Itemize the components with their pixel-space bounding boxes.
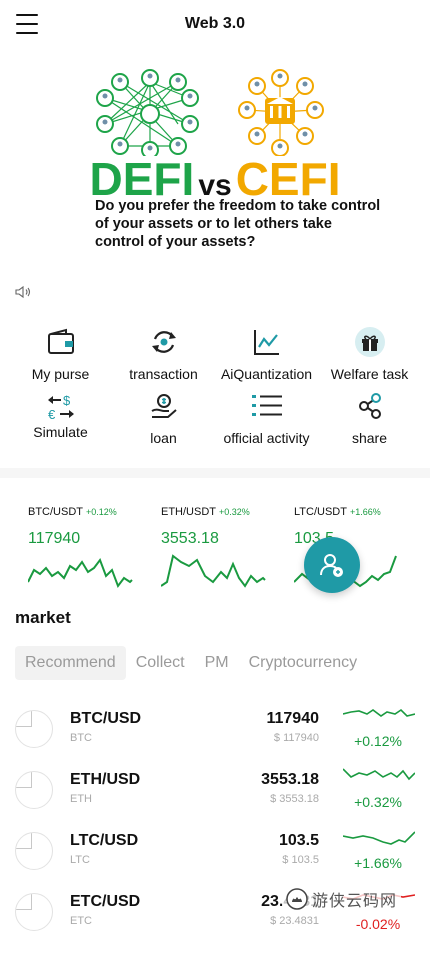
customer-service-fab[interactable] — [304, 537, 360, 593]
coin-logo — [15, 832, 53, 870]
market-change: +0.32% — [354, 794, 402, 810]
menu-ai-quantization[interactable]: AiQuantization — [213, 326, 320, 390]
tab-collect[interactable]: Collect — [126, 646, 195, 680]
tab-cryptocurrency[interactable]: Cryptocurrency — [239, 646, 367, 680]
menu-label: My purse — [31, 366, 90, 382]
gift-icon — [354, 326, 386, 358]
ticker-change: +0.32% — [219, 507, 250, 517]
watermark-text: 游侠云码网 — [312, 893, 398, 910]
market-price: 117940 — [266, 710, 319, 727]
coin-logo — [15, 771, 53, 809]
wallet-icon — [45, 326, 77, 358]
menu-label: official activity — [223, 430, 310, 446]
market-sparkline — [343, 768, 415, 781]
menu-transaction[interactable]: transaction — [110, 326, 217, 390]
svg-text:$: $ — [63, 393, 71, 408]
coin-logo — [15, 893, 53, 931]
market-symbol: ETH/USD — [70, 771, 141, 788]
section-divider — [0, 468, 430, 478]
feature-grid: My purse transaction AiQuantization Welf… — [0, 318, 430, 458]
market-price: 103.5 — [278, 832, 319, 849]
promo-banner[interactable]: DEFI vsCEFI Do you prefer the freedom to … — [15, 64, 415, 264]
page-title: Web 3.0 — [184, 15, 246, 32]
ticker-change: +1.66% — [349, 507, 381, 517]
market-change: +0.12% — [354, 733, 402, 749]
market-base: ETH — [70, 793, 92, 805]
ticker-card-btc[interactable]: BTC/USDT +0.12% 117940 — [28, 502, 153, 598]
ticker-pair: ETH/USDT — [161, 506, 216, 518]
share-icon — [354, 390, 386, 422]
network-illustration — [96, 69, 324, 156]
line-chart-icon — [251, 326, 283, 358]
tab-recommend[interactable]: Recommend — [15, 646, 126, 680]
market-row-btc[interactable]: BTC/USD BTC 117940 $ 117940 +0.12% — [0, 708, 430, 770]
menu-label: Welfare task — [330, 366, 409, 382]
market-usd-price: $ 117940 — [273, 732, 319, 744]
market-symbol: BTC/USD — [70, 710, 142, 727]
currency-swap-icon: $ € — [45, 390, 77, 422]
market-row-ltc[interactable]: LTC/USD LTC 103.5 $ 103.5 +1.66% — [0, 831, 430, 892]
ticker-pair: BTC/USDT — [28, 506, 83, 518]
watermark: 游侠云码网 — [282, 886, 402, 912]
ticker-sparkline — [161, 554, 266, 588]
market-change: +1.66% — [354, 855, 402, 871]
market-price: 3553.18 — [261, 771, 319, 788]
banner-headline: DEFI vsCEFI — [15, 156, 415, 202]
menu-label: AiQuantization — [220, 366, 313, 382]
ticker-card-eth[interactable]: ETH/USDT +0.32% 3553.18 — [161, 502, 286, 598]
market-row-eth[interactable]: ETH/USD ETH 3553.18 $ 3553.18 +0.32% — [0, 768, 430, 831]
menu-label: share — [351, 430, 388, 446]
coin-logo — [15, 710, 53, 748]
menu-welfare-task[interactable]: Welfare task — [316, 326, 423, 390]
ticker-price: 117940 — [28, 530, 81, 547]
market-usd-price: $ 3553.18 — [270, 793, 319, 805]
menu-my-purse[interactable]: My purse — [7, 326, 114, 390]
menu-simulate[interactable]: $ € Simulate — [7, 390, 114, 454]
svg-text:€: € — [48, 407, 56, 422]
banner-question: Do you prefer the freedom to take contro… — [95, 198, 381, 250]
market-base: LTC — [70, 854, 90, 866]
market-symbol: ETC/USD — [70, 893, 141, 910]
tab-pm[interactable]: PM — [195, 646, 239, 680]
market-symbol: LTC/USD — [70, 832, 139, 849]
loan-hand-icon — [148, 390, 180, 422]
ticker-price: 3553.18 — [161, 530, 219, 547]
user-support-icon — [320, 554, 343, 577]
market-usd-price: $ 103.5 — [282, 854, 319, 866]
ticker-change: +0.12% — [86, 507, 117, 517]
market-sparkline — [343, 708, 415, 717]
menu-loan[interactable]: loan — [110, 390, 217, 454]
menu-label: loan — [150, 430, 177, 446]
market-title: market — [15, 608, 71, 627]
watermark-logo-icon — [286, 888, 308, 910]
market-base: BTC — [70, 732, 92, 744]
market-sparkline — [343, 831, 415, 845]
market-change: -0.02% — [355, 916, 401, 932]
ticker-sparkline — [28, 557, 133, 589]
market-base: ETC — [70, 915, 92, 927]
menu-icon[interactable] — [16, 14, 38, 34]
market-usd-price: $ 23.4831 — [270, 915, 319, 927]
list-icon — [251, 390, 283, 422]
ticker-pair: LTC/USDT — [294, 506, 347, 518]
menu-official-activity[interactable]: official activity — [213, 390, 320, 454]
market-tabs: Recommend Collect PM Cryptocurrency — [15, 646, 367, 680]
menu-label: Simulate — [33, 424, 88, 440]
exchange-icon — [148, 326, 180, 358]
speaker-icon[interactable] — [15, 285, 33, 299]
menu-share[interactable]: share — [316, 390, 423, 454]
menu-label: transaction — [129, 366, 198, 382]
app-header: Web 3.0 — [0, 0, 430, 48]
